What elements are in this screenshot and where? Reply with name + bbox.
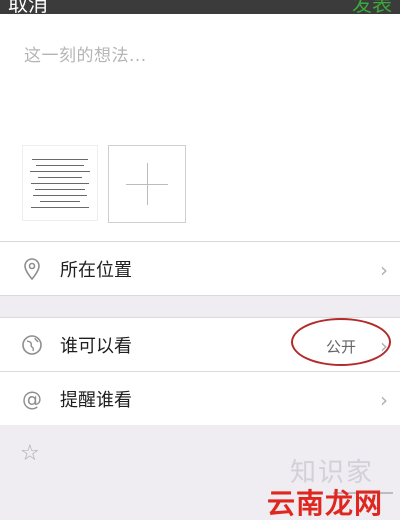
add-photo-button[interactable] (108, 145, 186, 223)
cancel-button[interactable]: 取消 (8, 0, 48, 14)
remind-label: 提醒谁看 (60, 390, 132, 411)
highlight-circle (291, 318, 391, 366)
globe-icon (20, 333, 44, 357)
at-sign-icon: @ (22, 387, 42, 411)
location-row[interactable]: 所在位置 › (0, 242, 400, 296)
chevron-right-icon: › (380, 258, 388, 282)
location-pin-icon (20, 257, 44, 281)
section-divider (0, 296, 400, 318)
send-button[interactable]: 发表 (352, 0, 392, 14)
watermark-site: 云南龙网 (267, 487, 384, 520)
post-text-input[interactable]: 这一刻的想法... (24, 41, 147, 66)
attached-image-thumbnail[interactable] (22, 145, 98, 221)
visibility-label: 谁可以看 (60, 336, 132, 357)
location-label: 所在位置 (60, 260, 132, 281)
post-composer: 这一刻的想法... (0, 14, 400, 242)
star-icon[interactable]: ☆ (20, 441, 40, 466)
chevron-right-icon: › (380, 388, 388, 412)
top-bar: 取消 发表 (0, 0, 400, 14)
remind-row[interactable]: @ 提醒谁看 › (0, 372, 400, 426)
